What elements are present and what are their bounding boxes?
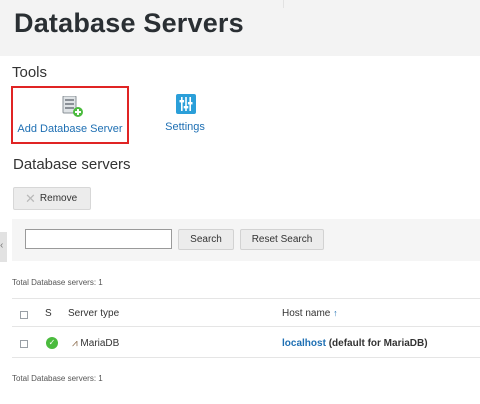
host-default-note: (default for MariaDB) — [328, 338, 428, 349]
host-name-cell: localhost (default for MariaDB) — [282, 338, 428, 349]
status-ok-icon: ✓ — [46, 337, 58, 349]
host-link[interactable]: localhost — [282, 338, 326, 349]
total-count-bottom: Total Database servers: 1 — [12, 374, 103, 383]
table-bottom-divider — [12, 357, 480, 358]
sort-ascending-icon: ↑ — [333, 308, 338, 318]
column-header-server-type[interactable]: Server type — [68, 308, 119, 319]
column-header-host-name[interactable]: Host name ↑ — [282, 308, 338, 319]
settings-sliders-icon — [176, 94, 196, 114]
remove-label: Remove — [39, 193, 78, 204]
remove-icon: ✕ — [25, 191, 36, 206]
settings-label: Settings — [165, 121, 205, 133]
select-all-checkbox[interactable] — [20, 311, 28, 319]
server-type-value: MariaDB — [80, 338, 120, 349]
mariadb-icon: ⩘ — [72, 338, 78, 349]
remove-button[interactable]: ✕ Remove — [13, 187, 91, 210]
table-top-divider — [12, 298, 480, 299]
search-button[interactable]: Search — [178, 229, 234, 250]
search-input[interactable] — [25, 229, 172, 249]
row-checkbox[interactable] — [20, 340, 28, 348]
server-type-cell: ⩘ MariaDB — [72, 338, 119, 349]
database-add-icon — [61, 95, 85, 118]
table-header-divider — [12, 326, 480, 327]
sidebar-collapse-handle[interactable]: ‹ — [0, 232, 7, 262]
reset-search-button[interactable]: Reset Search — [240, 229, 324, 250]
header-divider — [283, 0, 284, 8]
database-servers-heading: Database servers — [13, 156, 131, 173]
add-database-server-label: Add Database Server — [17, 123, 123, 135]
collapse-arrow-icon: ‹ — [0, 240, 4, 251]
settings-tool[interactable]: Settings — [160, 92, 210, 142]
total-count-top: Total Database servers: 1 — [12, 278, 103, 287]
host-name-label: Host name — [282, 308, 331, 319]
page-title: Database Servers — [14, 8, 244, 38]
column-header-status[interactable]: S — [45, 308, 52, 319]
add-database-server-tool[interactable]: Add Database Server — [11, 86, 129, 144]
tools-heading: Tools — [12, 64, 48, 81]
